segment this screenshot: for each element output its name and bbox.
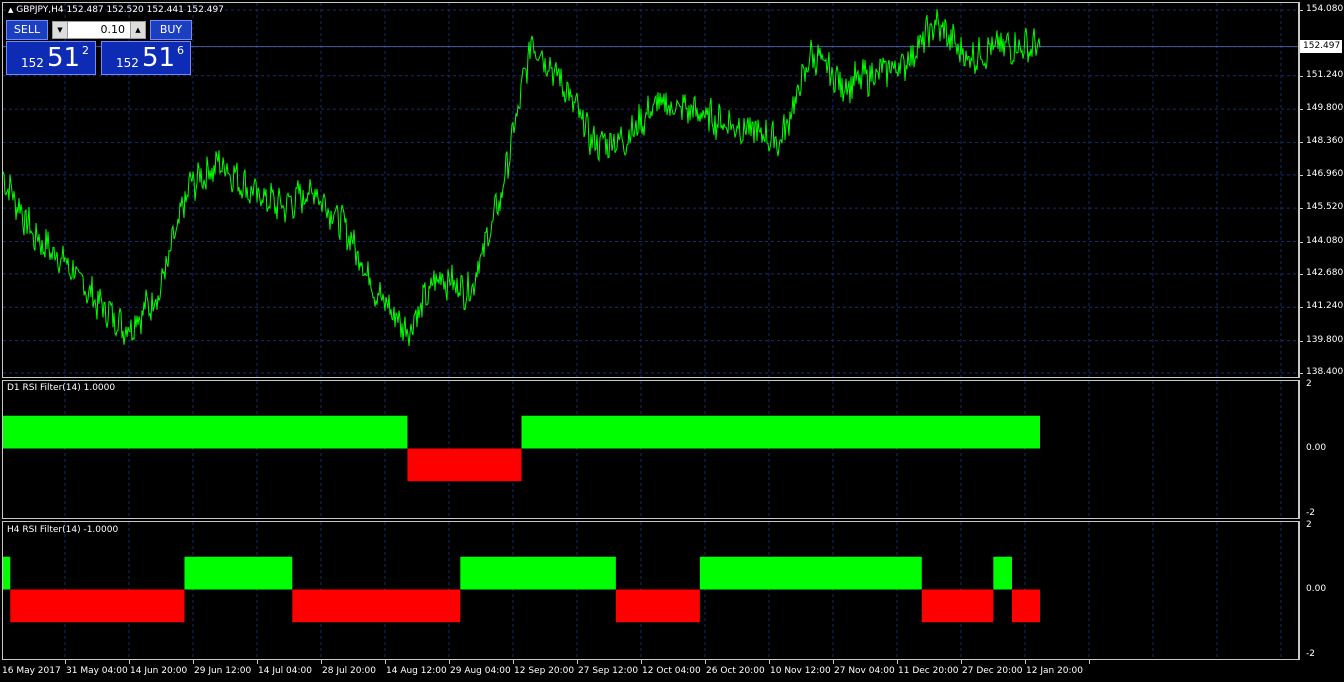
price-axis-label: 145.520 xyxy=(1306,202,1344,213)
price-axis-label: 141.240 xyxy=(1306,301,1344,312)
triangle-icon: ▲ xyxy=(8,6,14,14)
d1-pane-title: D1 RSI Filter(14) 1.0000 xyxy=(7,383,116,393)
h4-pane-title: H4 RSI Filter(14) -1.0000 xyxy=(7,525,119,535)
h4-filter-up-block xyxy=(3,556,11,590)
time-axis-label: 27 Sep 12:00 xyxy=(578,666,639,676)
sell-price-sup: 2 xyxy=(82,44,89,57)
buy-price-sup: 6 xyxy=(177,44,184,57)
h4-filter-down-block xyxy=(292,589,461,623)
time-axis-label: 14 Jul 04:00 xyxy=(258,666,312,676)
time-axis-tick xyxy=(385,660,386,664)
time-axis-label: 10 Nov 12:00 xyxy=(770,666,831,676)
d1-pane-axis-label: 0.00 xyxy=(1306,442,1327,453)
time-axis-label: 12 Sep 20:00 xyxy=(514,666,575,676)
time-axis-tick xyxy=(321,660,322,664)
time-axis-label: 27 Nov 04:00 xyxy=(834,666,895,676)
d1-pane-axis-label: 2 xyxy=(1306,379,1312,389)
h4-filter-down-block xyxy=(10,589,185,623)
time-axis-tick xyxy=(129,660,130,664)
axis-separator xyxy=(1299,521,1300,660)
sell-button[interactable]: SELL xyxy=(6,20,48,40)
sell-price-prefix: 152 xyxy=(21,56,44,70)
h4-filter-up-block xyxy=(993,556,1013,590)
time-axis-label: 11 Dec 20:00 xyxy=(898,666,959,676)
lot-size-input[interactable]: 0.10 xyxy=(101,23,126,36)
h4-filter-up-block xyxy=(184,556,293,590)
time-axis-tick xyxy=(961,660,962,664)
chart-canvas xyxy=(2,3,1298,659)
price-axis-label: 148.360 xyxy=(1306,136,1344,147)
time-axis-label: 29 Aug 04:00 xyxy=(450,666,511,676)
time-axis-tick xyxy=(833,660,834,664)
buy-button[interactable]: BUY xyxy=(150,20,192,40)
axis-separator xyxy=(1299,380,1300,519)
time-axis-label: 28 Jul 20:00 xyxy=(322,666,376,676)
d1-filter-down-block xyxy=(407,448,522,482)
time-axis-label: 12 Oct 04:00 xyxy=(642,666,701,676)
time-axis-label: 26 Oct 20:00 xyxy=(706,666,765,676)
h4-filter-up-block xyxy=(460,556,616,590)
time-axis-label: 14 Jun 20:00 xyxy=(130,666,188,676)
time-axis-tick xyxy=(193,660,194,664)
d1-pane-axis-label: -2 xyxy=(1306,508,1315,518)
price-axis-label: 151.240 xyxy=(1306,69,1344,80)
time-axis-tick xyxy=(641,660,642,664)
lot-decrease-icon[interactable]: ▼ xyxy=(53,22,68,38)
axis-separator xyxy=(1299,2,1300,378)
symbol-header-text: GBPJPY,H4 152.487 152.520 152.441 152.49… xyxy=(16,5,224,15)
one-click-trading-panel: SELL ▼ 0.10 ▲ BUY 152 51 2 152 51 6 xyxy=(6,20,192,76)
h4-pane-axis-label: -2 xyxy=(1306,649,1315,659)
sell-quote[interactable]: 152 51 2 xyxy=(6,41,96,75)
price-axis-label: 144.080 xyxy=(1306,235,1344,246)
h4-filter-down-block xyxy=(615,589,700,623)
time-axis-tick xyxy=(897,660,898,664)
buy-quote[interactable]: 152 51 6 xyxy=(101,41,191,75)
h4-filter-down-block xyxy=(1012,589,1040,623)
time-axis-tick xyxy=(449,660,450,664)
time-axis-tick xyxy=(1025,660,1026,664)
price-axis-label: 142.680 xyxy=(1306,267,1344,278)
price-axis-label: 139.800 xyxy=(1306,334,1344,345)
chart-symbol-header: ▲ GBPJPY,H4 152.487 152.520 152.441 152.… xyxy=(8,5,224,15)
time-axis-tick xyxy=(513,660,514,664)
h4-pane-axis-label: 0.00 xyxy=(1306,583,1327,594)
lot-increase-icon[interactable]: ▲ xyxy=(130,22,145,38)
h4-filter-up-block xyxy=(699,556,922,590)
sell-price-big: 51 xyxy=(47,43,81,73)
time-axis-tick xyxy=(1089,660,1090,664)
time-axis-label: 31 May 04:00 xyxy=(66,666,128,676)
time-axis-tick xyxy=(769,660,770,664)
time-axis-tick xyxy=(577,660,578,664)
h4-filter-down-block xyxy=(921,589,994,623)
d1-filter-up-block xyxy=(521,415,1040,449)
time-axis-tick xyxy=(705,660,706,664)
price-axis-label: 154.080 xyxy=(1306,4,1344,14)
time-axis-label: 12 Jan 20:00 xyxy=(1026,666,1083,676)
h4-pane-axis-label: 2 xyxy=(1306,520,1312,530)
price-axis-label: 146.960 xyxy=(1306,168,1344,179)
lot-size-stepper[interactable]: ▼ 0.10 ▲ xyxy=(52,21,146,39)
time-axis-tick xyxy=(65,660,66,664)
time-axis-label: 16 May 2017 xyxy=(2,666,61,676)
time-axis-label: 14 Aug 12:00 xyxy=(386,666,447,676)
price-axis-label: 149.800 xyxy=(1306,103,1344,114)
time-axis-label: 29 Jun 12:00 xyxy=(194,666,252,676)
buy-price-prefix: 152 xyxy=(116,56,139,70)
current-price-tag: 152.497 xyxy=(1300,40,1342,53)
time-axis-label: 27 Dec 20:00 xyxy=(962,666,1023,676)
time-axis-tick xyxy=(257,660,258,664)
d1-filter-up-block xyxy=(3,415,408,449)
price-axis-label: 138.400 xyxy=(1306,367,1344,377)
buy-price-big: 51 xyxy=(142,43,176,73)
